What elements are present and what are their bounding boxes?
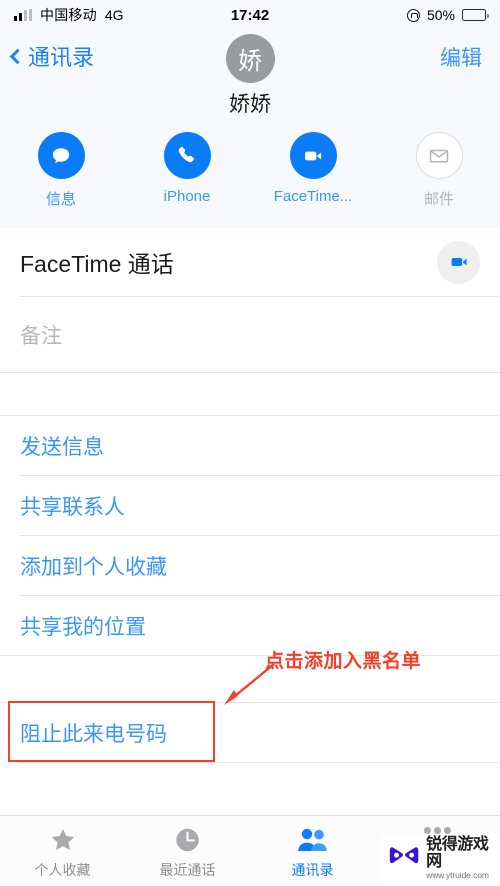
action-share-contact-label: 共享联系人 (20, 495, 125, 519)
quick-action-phone[interactable]: iPhone (150, 132, 224, 228)
star-icon (51, 829, 74, 851)
watermark-url: www.ytruide.com (426, 869, 489, 880)
watermark-title: 锐得游戏网 (426, 835, 489, 871)
battery-percent-label: 50% (426, 7, 455, 23)
status-bar: 中国移动 4G 17:42 50% (0, 0, 500, 30)
annotation-arrow-icon (224, 663, 275, 705)
action-share-location-label: 共享我的位置 (20, 615, 146, 639)
action-add-favorite[interactable]: 添加到个人收藏 (0, 536, 500, 595)
quick-action-bar: 信息 iPhone FaceTime... 邮件 (0, 115, 500, 228)
rotation-lock-icon (406, 8, 420, 22)
quick-action-mail: 邮件 (402, 132, 476, 228)
quick-action-facetime[interactable]: FaceTime... (273, 132, 353, 228)
action-add-favorite-label: 添加到个人收藏 (20, 555, 167, 579)
facetime-row-label: FaceTime 通话 (20, 251, 174, 277)
contacts-people-icon (297, 828, 327, 851)
section-gap (0, 373, 500, 415)
status-bar-right: 50% (406, 7, 489, 23)
bowtie-logo-icon (389, 847, 419, 864)
phone-screen: 中国移动 4G 17:42 50% 通讯录 编辑 娇 娇娇 信息 iPhone … (0, 0, 500, 886)
envelope-icon (415, 132, 463, 179)
notes-row[interactable]: 备注 (0, 297, 500, 372)
phone-handset-icon (163, 132, 211, 179)
annotation-text: 点击添加入黑名单 (265, 651, 422, 672)
battery-icon (462, 9, 489, 21)
avatar-initial: 娇 (238, 48, 262, 75)
signal-bars-icon (14, 9, 32, 21)
action-share-contact[interactable]: 共享联系人 (0, 476, 500, 535)
navigation-bar: 通讯录 编辑 娇 娇娇 (0, 30, 500, 118)
quick-action-mail-label: 邮件 (423, 191, 454, 208)
message-bubble-icon (37, 132, 85, 179)
tab-favorites-label: 个人收藏 (34, 862, 91, 878)
contact-header: 娇 娇娇 (0, 34, 500, 118)
tab-recents-label: 最近通话 (159, 862, 216, 878)
facetime-video-button[interactable] (437, 240, 480, 284)
quick-action-facetime-label: FaceTime... (273, 188, 353, 205)
tab-recents[interactable]: 最近通话 (125, 816, 250, 886)
divider (20, 762, 500, 763)
avatar[interactable]: 娇 (225, 34, 275, 83)
action-share-location[interactable]: 共享我的位置 (0, 596, 500, 655)
clock-icon (176, 828, 199, 852)
status-bar-left: 中国移动 4G (14, 5, 124, 25)
quick-action-message-label: 信息 (45, 191, 76, 208)
quick-action-phone-label: iPhone (163, 188, 211, 205)
action-send-message-label: 发送信息 (20, 435, 104, 459)
annotation-highlight-block-row (8, 701, 215, 762)
tab-contacts[interactable]: 通讯录 (250, 816, 375, 886)
contact-name: 娇娇 (229, 93, 271, 116)
notes-placeholder: 备注 (20, 324, 62, 348)
quick-action-message[interactable]: 信息 (24, 132, 98, 228)
tab-favorites[interactable]: 个人收藏 (0, 816, 125, 886)
video-camera-icon (289, 132, 337, 179)
facetime-row[interactable]: FaceTime 通话 (0, 228, 500, 296)
carrier-label: 中国移动 (40, 7, 97, 23)
site-watermark: 锐得游戏网 www.ytruide.com (382, 834, 500, 882)
action-send-message[interactable]: 发送信息 (0, 416, 500, 475)
tab-contacts-label: 通讯录 (291, 862, 334, 878)
network-type-label: 4G (104, 7, 124, 23)
